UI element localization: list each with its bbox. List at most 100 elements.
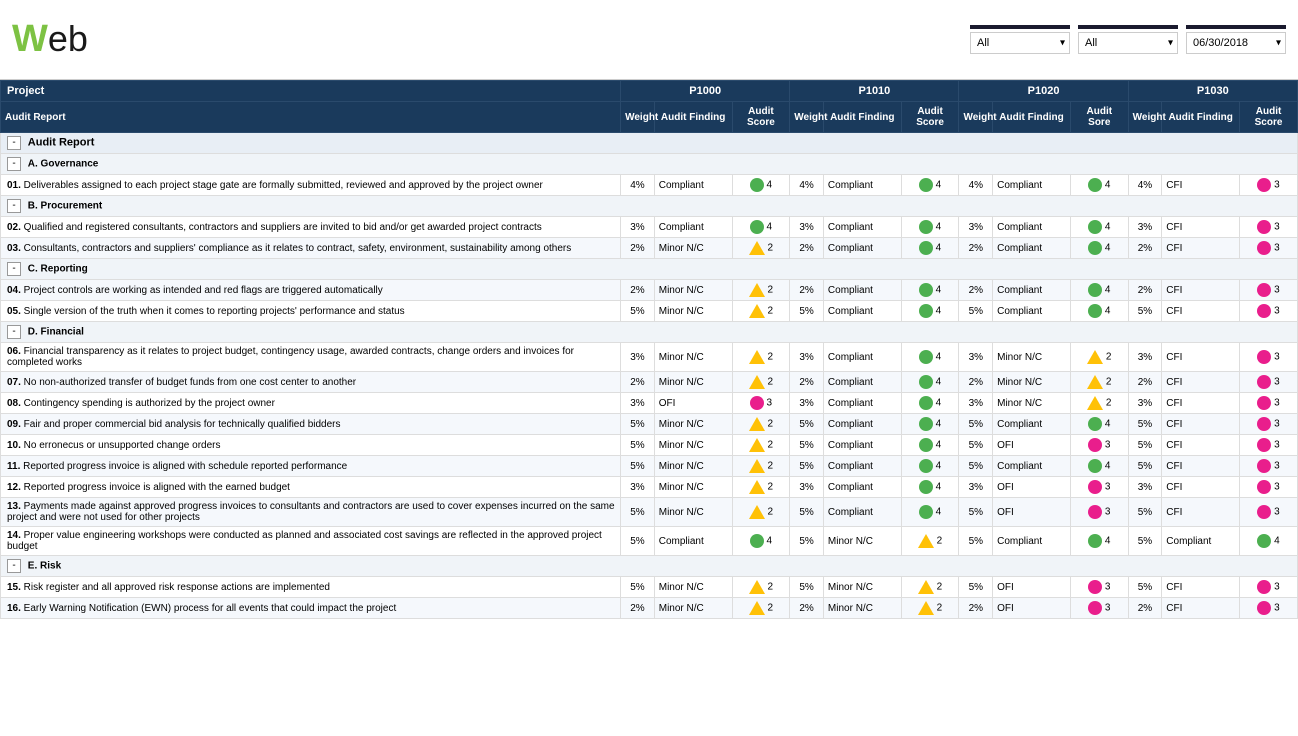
- p1030-finding-cell: CFI: [1162, 498, 1240, 527]
- category-filter-select[interactable]: All: [970, 32, 1070, 54]
- logo-slash: W: [12, 18, 48, 60]
- p1020-score-cell: 4: [1070, 301, 1128, 322]
- category-label-procurement: B. Procurement: [28, 201, 102, 212]
- p1020-finding-subheader: Audit Finding: [993, 102, 1071, 133]
- table-row: 15. Risk register and all approved risk …: [1, 577, 1298, 598]
- p1020-score-cell: 4: [1070, 527, 1128, 556]
- period-filter-wrapper[interactable]: 06/30/2018: [1186, 32, 1286, 54]
- ofi-cfi-indicator: [1257, 459, 1271, 473]
- ofi-cfi-indicator: [1257, 350, 1271, 364]
- minor-nc-indicator: [749, 601, 765, 615]
- item-label-cell: 02. Qualified and registered consultants…: [1, 217, 621, 238]
- p1020-finding-cell: Minor N/C: [993, 372, 1071, 393]
- p1010-score-cell: 4: [901, 477, 959, 498]
- category-collapse-icon[interactable]: -: [7, 325, 21, 339]
- p1010-score-cell: 4: [901, 238, 959, 259]
- minor-nc-indicator: [918, 601, 934, 615]
- category-row-procurement: - B. Procurement: [1, 196, 1298, 217]
- p1030-finding-cell: CFI: [1162, 372, 1240, 393]
- table-row: 12. Reported progress invoice is aligned…: [1, 477, 1298, 498]
- p1010-score-cell: 4: [901, 217, 959, 238]
- p1010-finding-cell: Compliant: [823, 280, 901, 301]
- table-row: 16. Early Warning Notification (EWN) pro…: [1, 598, 1298, 619]
- item-label-cell: 07. No non-authorized transfer of budget…: [1, 372, 621, 393]
- minor-nc-indicator: [749, 241, 765, 255]
- item-label-cell: 11. Reported progress invoice is aligned…: [1, 456, 621, 477]
- project-filter-select[interactable]: All: [1078, 32, 1178, 54]
- category-collapse-icon[interactable]: -: [7, 559, 21, 573]
- p1020-weight-cell: 2%: [959, 280, 993, 301]
- p1000-weight-cell: 2%: [621, 238, 655, 259]
- p1030-finding-cell: CFI: [1162, 280, 1240, 301]
- category-row-financial: - D. Financial: [1, 322, 1298, 343]
- p1000-score-cell: 2: [732, 477, 790, 498]
- p1010-weight-cell: 5%: [790, 527, 824, 556]
- p1000-score-cell: 2: [732, 456, 790, 477]
- p1000-weight-cell: 5%: [621, 435, 655, 456]
- p1020-score-cell: 4: [1070, 414, 1128, 435]
- p1010-finding-subheader: Audit Finding: [823, 102, 901, 133]
- p1010-weight-cell: 3%: [790, 217, 824, 238]
- p1030-header: P1030: [1128, 81, 1297, 102]
- p1030-score-cell: 3: [1240, 175, 1298, 196]
- p1030-weight-cell: 2%: [1128, 238, 1162, 259]
- p1020-score-cell: 3: [1070, 577, 1128, 598]
- table-container[interactable]: Project P1000 P1010 P1020 P1030 Audit Re…: [0, 80, 1298, 736]
- item-label-cell: 04. Project controls are working as inte…: [1, 280, 621, 301]
- p1020-score-cell: 2: [1070, 372, 1128, 393]
- p1020-score-cell: 4: [1070, 217, 1128, 238]
- p1020-score-cell: 3: [1070, 477, 1128, 498]
- minor-nc-indicator: [749, 505, 765, 519]
- compliant-indicator: [919, 417, 933, 431]
- p1000-score-cell: 4: [732, 217, 790, 238]
- p1020-finding-cell: OFI: [993, 435, 1071, 456]
- p1010-weight-subheader: Weight: [790, 102, 824, 133]
- p1020-weight-cell: 3%: [959, 477, 993, 498]
- p1030-weight-cell: 2%: [1128, 598, 1162, 619]
- table-row: 04. Project controls are working as inte…: [1, 280, 1298, 301]
- p1010-weight-cell: 5%: [790, 414, 824, 435]
- category-collapse-icon[interactable]: -: [7, 199, 21, 213]
- column-group-header-row: Project P1000 P1010 P1020 P1030: [1, 81, 1298, 102]
- p1030-score-cell: 3: [1240, 435, 1298, 456]
- p1010-weight-cell: 5%: [790, 301, 824, 322]
- p1010-score-cell: 4: [901, 175, 959, 196]
- ofi-cfi-indicator: [1257, 505, 1271, 519]
- p1020-weight-cell: 5%: [959, 577, 993, 598]
- p1000-weight-cell: 2%: [621, 372, 655, 393]
- period-filter-select[interactable]: 06/30/2018: [1186, 32, 1286, 54]
- compliant-indicator: [919, 241, 933, 255]
- p1020-finding-cell: Compliant: [993, 280, 1071, 301]
- minor-nc-indicator: [918, 534, 934, 548]
- top-header: Web All All 06/30/2: [0, 0, 1298, 80]
- p1000-finding-cell: Minor N/C: [654, 577, 732, 598]
- p1000-score-cell: 2: [732, 372, 790, 393]
- p1020-finding-cell: OFI: [993, 477, 1071, 498]
- minor-nc-indicator: [749, 480, 765, 494]
- p1010-weight-cell: 5%: [790, 577, 824, 598]
- item-label-cell: 10. No erronecus or unsupported change o…: [1, 435, 621, 456]
- p1030-score-subheader: Audit Score: [1240, 102, 1298, 133]
- p1030-score-cell: 3: [1240, 498, 1298, 527]
- p1030-weight-cell: 3%: [1128, 393, 1162, 414]
- ofi-cfi-indicator: [1257, 396, 1271, 410]
- item-label-cell: 01. Deliverables assigned to each projec…: [1, 175, 621, 196]
- category-row-risk: - E. Risk: [1, 556, 1298, 577]
- compliant-indicator: [919, 304, 933, 318]
- p1030-finding-cell: Compliant: [1162, 527, 1240, 556]
- category-filter-wrapper[interactable]: All: [970, 32, 1070, 54]
- p1030-weight-cell: 5%: [1128, 498, 1162, 527]
- category-collapse-icon[interactable]: -: [7, 157, 21, 171]
- p1030-finding-cell: CFI: [1162, 414, 1240, 435]
- column-sub-header-row: Audit Report Weight Audit Finding Audit …: [1, 102, 1298, 133]
- p1000-score-cell: 2: [732, 301, 790, 322]
- p1020-finding-cell: Minor N/C: [993, 343, 1071, 372]
- p1000-finding-cell: Minor N/C: [654, 238, 732, 259]
- section-collapse-icon[interactable]: -: [7, 136, 21, 150]
- compliant-indicator: [1088, 241, 1102, 255]
- compliant-indicator: [1088, 283, 1102, 297]
- project-filter-wrapper[interactable]: All: [1078, 32, 1178, 54]
- minor-nc-indicator: [749, 283, 765, 297]
- section-label: Audit Report: [28, 137, 95, 149]
- category-collapse-icon[interactable]: -: [7, 262, 21, 276]
